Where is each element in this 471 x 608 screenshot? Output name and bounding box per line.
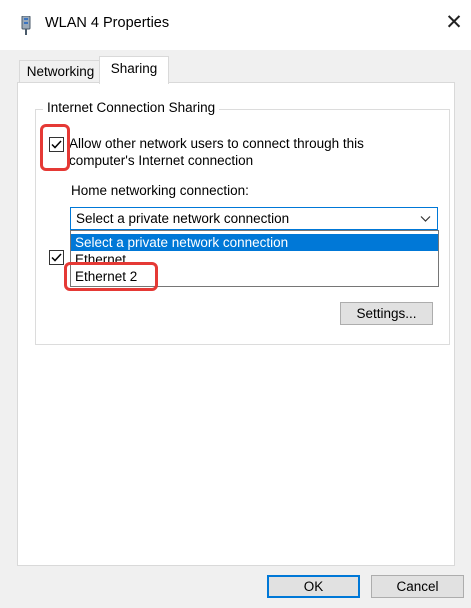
tab-networking[interactable]: Networking [19, 60, 102, 83]
allow-control-checkbox[interactable] [49, 250, 64, 265]
dropdown-selected-value: Select a private network connection [76, 211, 290, 226]
close-button[interactable]: ✕ [442, 11, 466, 35]
dropdown-list: Select a private network connection Ethe… [70, 230, 439, 287]
settings-button[interactable]: Settings... [340, 302, 433, 325]
tab-sharing[interactable]: Sharing [99, 56, 169, 84]
allow-sharing-checkbox[interactable] [49, 137, 64, 152]
ok-button[interactable]: OK [267, 575, 360, 598]
home-networking-label: Home networking connection: [71, 183, 249, 198]
home-networking-dropdown[interactable]: Select a private network connection [70, 207, 438, 230]
allow-sharing-label-line2: computer's Internet connection [69, 153, 254, 168]
cancel-button[interactable]: Cancel [371, 575, 464, 598]
option-select-private[interactable]: Select a private network connection [71, 234, 438, 251]
network-adapter-icon [21, 16, 31, 35]
checkmark-icon [51, 140, 62, 149]
group-title: Internet Connection Sharing [43, 100, 220, 115]
option-ethernet-2[interactable]: Ethernet 2 [71, 268, 438, 285]
chevron-down-icon [420, 216, 431, 222]
option-ethernet[interactable]: Ethernet [71, 251, 438, 268]
allow-sharing-label-line1: Allow other network users to connect thr… [69, 136, 364, 151]
title-bar: WLAN 4 Properties ✕ [0, 0, 471, 50]
window-title: WLAN 4 Properties [45, 15, 170, 31]
checkmark-icon [51, 253, 62, 262]
